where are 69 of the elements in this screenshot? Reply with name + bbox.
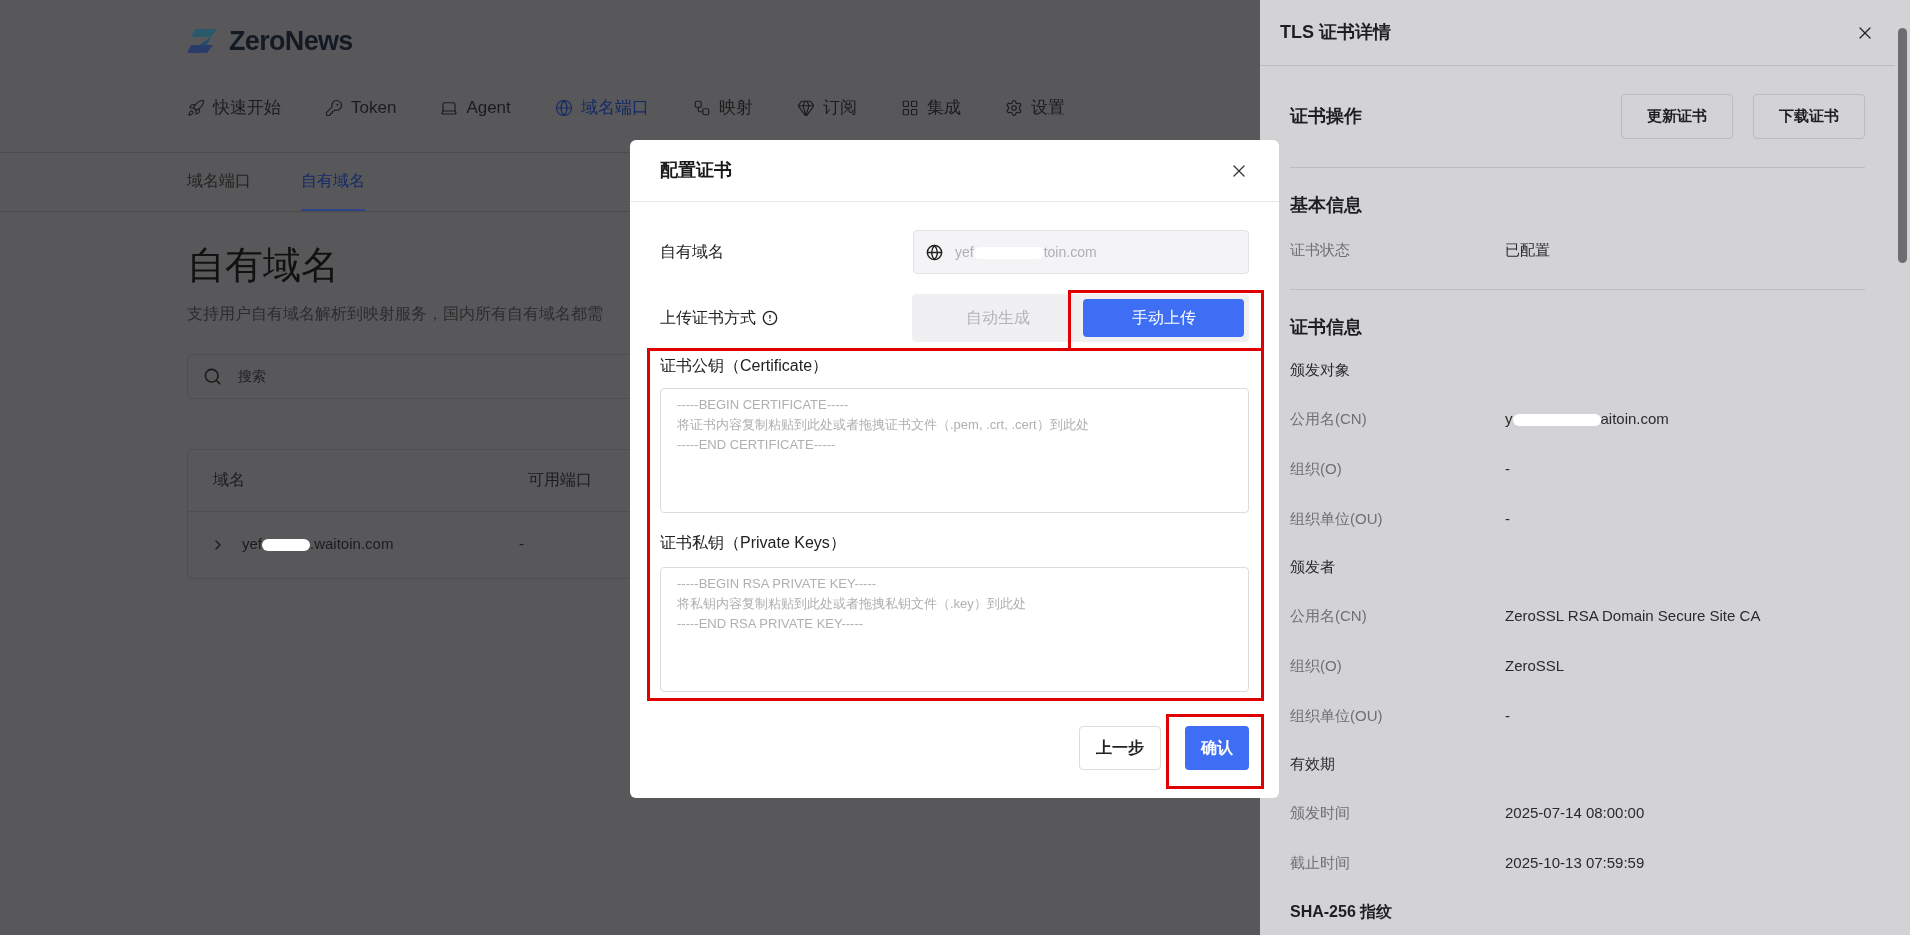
- key-icon: [325, 99, 343, 117]
- certificate-field[interactable]: -----BEGIN CERTIFICATE----- 将证书内容复制粘贴到此处或者拖拽证书文件（.pem, .crt, .cert）到此处 -----END CERTIFICATE-----: [660, 388, 1249, 513]
- group-label: 颁发对象: [1290, 360, 1350, 381]
- diamond-icon: [796, 99, 815, 117]
- drawer-title: TLS 证书详情: [1280, 21, 1391, 44]
- confirm-button[interactable]: 确认: [1185, 726, 1249, 770]
- group-label: 颁发者: [1290, 557, 1335, 578]
- laptop-icon: [440, 99, 459, 117]
- table-cell-text: yef .waitoin.com: [242, 534, 395, 555]
- info-icon: [762, 310, 778, 326]
- field-label: 组织单位(OU): [1290, 508, 1384, 529]
- section-title: 证书操作: [1290, 105, 1362, 128]
- field-label: 组织单位(OU): [1290, 705, 1384, 726]
- field-label: 组织(O): [1290, 655, 1343, 676]
- field-value: -: [1505, 458, 1510, 479]
- nav-item[interactable]: 映射: [692, 95, 753, 121]
- nav-item[interactable]: 设置: [1004, 95, 1065, 121]
- field-label: 证书私钥（Private Keys）: [660, 533, 846, 553]
- nav-item[interactable]: 订阅: [796, 95, 857, 121]
- page-title: 自有域名: [187, 243, 339, 288]
- field-value: -: [1505, 508, 1510, 529]
- segment-option[interactable]: 自动生成: [917, 299, 1078, 337]
- private-key-field[interactable]: -----BEGIN RSA PRIVATE KEY----- 将私钥内容复制粘贴到此处或者拖拽私钥文件（.key）到此处 -----END RSA PRIVATE KEY-----: [660, 567, 1249, 692]
- nav-item[interactable]: Agent: [440, 95, 511, 121]
- modal-title: 配置证书: [660, 159, 732, 182]
- domain-value: yef toin.com: [955, 242, 1097, 262]
- field-value: 已配置: [1505, 239, 1550, 260]
- group-label: SHA-256 指纹: [1290, 901, 1393, 922]
- nav-item[interactable]: 集成: [900, 95, 961, 121]
- field-label: 自有域名: [660, 242, 725, 262]
- column-header: 域名: [213, 470, 246, 490]
- field-label: 证书公钥（Certificate）: [660, 356, 829, 376]
- field-label: 上传证书方式: [660, 308, 756, 328]
- field-value: ZeroSSL RSA Domain Secure Site CA: [1505, 605, 1761, 626]
- sub-tab[interactable]: 域名端口: [187, 153, 251, 211]
- segment-option[interactable]: 手动上传: [1083, 299, 1244, 337]
- nav-item[interactable]: 域名端口: [554, 95, 649, 121]
- domain-field[interactable]: yef toin.com: [913, 230, 1249, 274]
- nav-item[interactable]: 快速开始: [187, 95, 281, 121]
- field-label: 公用名(CN): [1290, 408, 1368, 429]
- redaction-mark: [262, 539, 310, 552]
- action-button[interactable]: 下载证书: [1753, 94, 1865, 139]
- table-cell-text: -: [519, 534, 524, 555]
- search-icon: [203, 366, 222, 386]
- field-value: 2025-07-14 08:00:00: [1505, 802, 1645, 823]
- group-label: 有效期: [1290, 754, 1335, 775]
- sub-tab[interactable]: 自有域名: [301, 153, 365, 211]
- field-label: 颁发时间: [1290, 802, 1351, 823]
- globe-icon: [926, 243, 943, 261]
- globe-icon: [554, 99, 573, 117]
- section-title: 证书信息: [1290, 316, 1363, 339]
- back-button[interactable]: 上一步: [1079, 726, 1161, 770]
- field-label: 组织(O): [1290, 458, 1343, 479]
- field-label: 公用名(CN): [1290, 605, 1368, 626]
- nav-item[interactable]: Token: [325, 95, 397, 121]
- field-value: ZeroSSL: [1505, 655, 1565, 676]
- rocket-icon: [187, 99, 205, 117]
- field-value: 2025-10-13 07:59:59: [1505, 852, 1645, 873]
- nodes-icon: [692, 99, 711, 117]
- field-value: -: [1505, 705, 1510, 726]
- section-title: 基本信息: [1290, 194, 1363, 217]
- action-button[interactable]: 更新证书: [1621, 94, 1733, 139]
- field-label: 截止时间: [1290, 852, 1351, 873]
- logo-text: ZeroNews: [229, 24, 353, 58]
- column-header: 可用端口: [528, 470, 592, 490]
- grid-icon: [900, 99, 919, 117]
- field-value: y aitoin.com: [1505, 408, 1669, 429]
- settings-icon: [1004, 99, 1023, 117]
- field-label: 证书状态: [1290, 239, 1351, 260]
